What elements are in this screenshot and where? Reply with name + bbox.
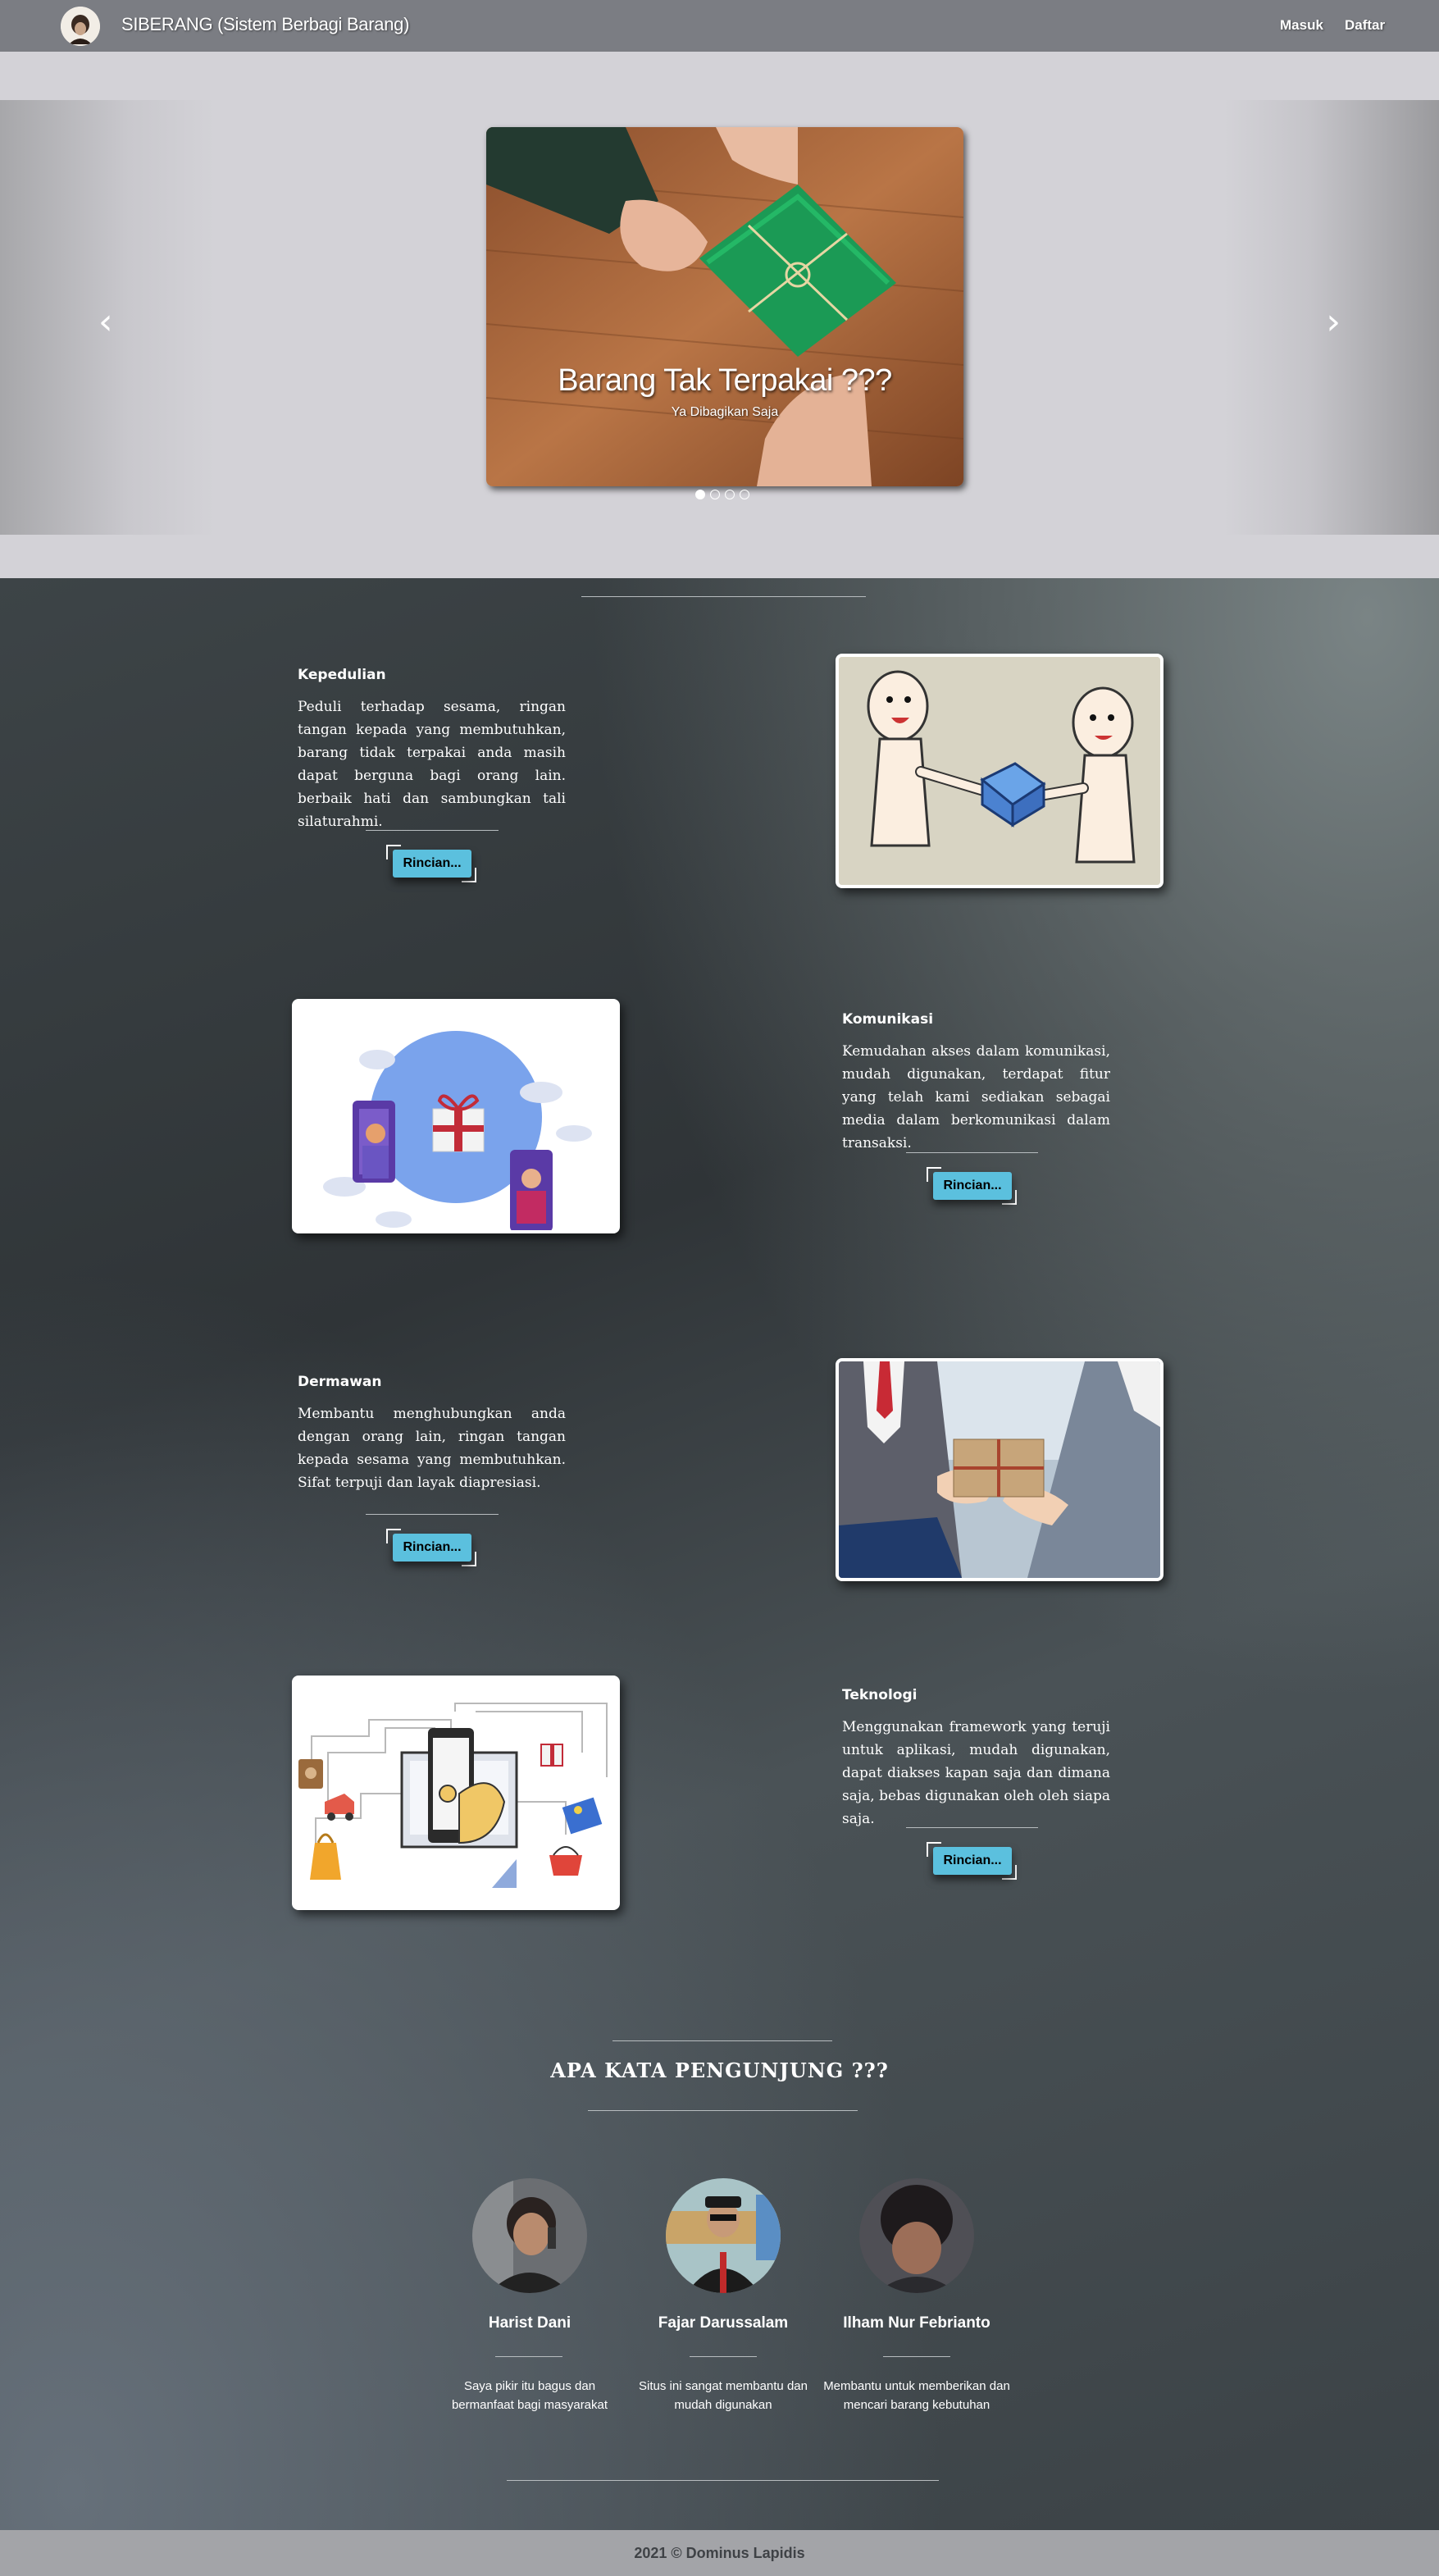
divider <box>906 1827 1038 1828</box>
divider <box>906 1152 1038 1153</box>
avatar <box>666 2178 781 2293</box>
feature-title: Kepedulian <box>298 667 386 683</box>
feature-text: Peduli terhadap sesama, ringan tangan ke… <box>298 699 566 830</box>
navbar: SIBERANG (Sistem Berbagi Barang) Masuk D… <box>0 0 1439 52</box>
divider <box>690 2356 757 2357</box>
feature-title: Dermawan <box>298 1374 382 1390</box>
divider <box>588 2110 858 2111</box>
divider <box>366 830 499 831</box>
carousel-indicator-3[interactable] <box>725 490 735 499</box>
divider <box>612 2040 832 2041</box>
carousel-next-control[interactable]: › <box>1224 100 1439 535</box>
divider <box>366 1514 499 1515</box>
testimonial-text: Situs ini sangat membantu dan mudah digu… <box>639 2379 808 2412</box>
login-link[interactable]: Masuk <box>1280 17 1323 34</box>
testimonials-title: APA KATA PENGUNJUNG ??? <box>550 2059 889 2082</box>
divider <box>883 2356 950 2357</box>
avatar <box>472 2178 587 2293</box>
details-button-wrapper: Rincian... <box>386 1529 476 1566</box>
slide-title: Barang Tak Terpakai ??? <box>558 363 892 398</box>
slide-subtitle: Ya Dibagikan Saja <box>671 405 779 419</box>
testimonial-text: Saya pikir itu bagus dan bermanfaat bagi… <box>451 2379 608 2412</box>
carousel-slide-image: Barang Tak Terpakai ??? Ya Dibagikan Saj… <box>486 127 963 486</box>
carousel-indicator-1[interactable] <box>695 490 705 499</box>
register-link[interactable]: Daftar <box>1345 17 1385 34</box>
carousel-indicator-2[interactable] <box>710 490 720 499</box>
footer-text: 2021 © Dominus Lapidis <box>634 2545 805 2561</box>
details-button-wrapper: Rincian... <box>927 1167 1017 1205</box>
avatar <box>859 2178 974 2293</box>
brand-logo[interactable] <box>61 7 100 46</box>
chevron-right-icon[interactable]: › <box>1326 301 1341 343</box>
feature-text: Membantu menghubungkan anda dengan orang… <box>298 1406 566 1491</box>
carousel-prev-control[interactable]: ‹ <box>0 100 215 535</box>
divider <box>507 2480 939 2481</box>
testimonial-name: Harist Dani <box>488 2314 572 2332</box>
brand-title[interactable]: SIBERANG (Sistem Berbagi Barang) <box>121 14 409 35</box>
carousel-indicators <box>695 490 749 499</box>
details-button-wrapper: Rincian... <box>386 845 476 882</box>
testimonial-name: Ilham Nur Febrianto <box>843 2314 990 2332</box>
details-button[interactable]: Rincian... <box>933 1172 1012 1200</box>
footer: 2021 © Dominus Lapidis <box>0 2530 1439 2576</box>
feature-title: Komunikasi <box>842 1011 934 1028</box>
feature-image-teknologi <box>292 1676 620 1910</box>
testimonial-name: Fajar Darussalam <box>658 2314 789 2332</box>
details-button-wrapper: Rincian... <box>927 1842 1017 1880</box>
feature-image-dermawan <box>836 1358 1163 1581</box>
chevron-left-icon[interactable]: ‹ <box>98 301 113 343</box>
divider <box>581 596 866 597</box>
carousel-indicator-4[interactable] <box>740 490 749 499</box>
details-button[interactable]: Rincian... <box>933 1847 1012 1875</box>
testimonial-text: Membantu untuk memberikan dan mencari ba… <box>823 2379 1010 2412</box>
feature-image-kepedulian <box>836 654 1163 888</box>
feature-image-komunikasi <box>292 999 620 1233</box>
feature-title: Teknologi <box>842 1687 918 1703</box>
feature-text: Menggunakan framework yang teruji untuk … <box>842 1719 1110 1827</box>
details-button[interactable]: Rincian... <box>393 1534 471 1562</box>
details-button[interactable]: Rincian... <box>393 850 471 878</box>
divider <box>495 2356 562 2357</box>
feature-text: Kemudahan akses dalam komunikasi, mudah … <box>842 1043 1110 1151</box>
